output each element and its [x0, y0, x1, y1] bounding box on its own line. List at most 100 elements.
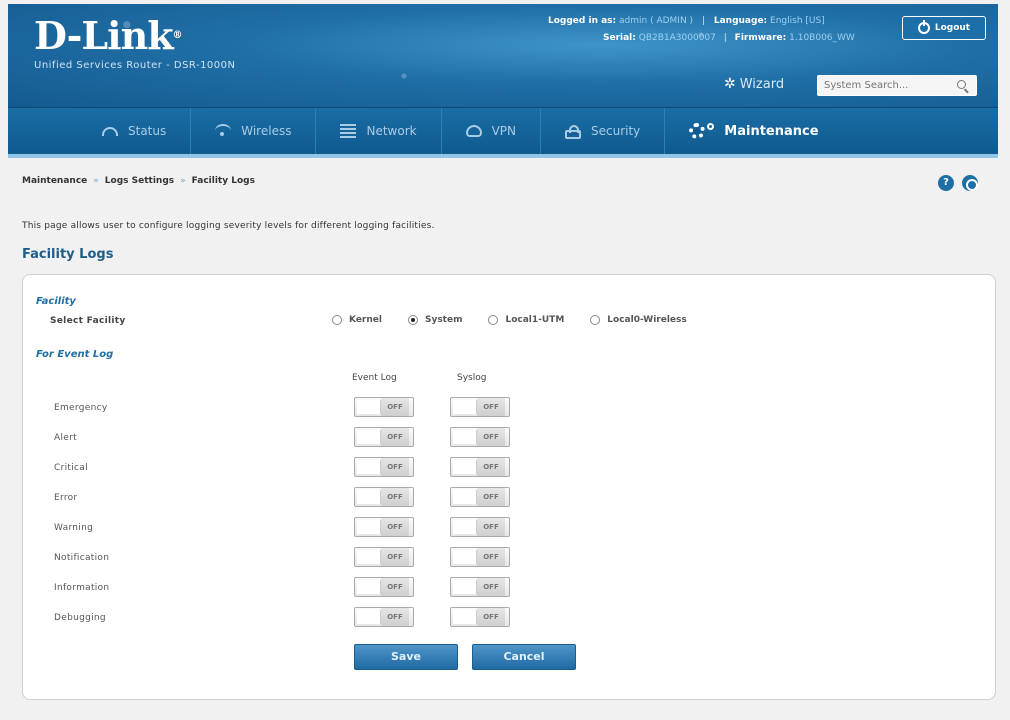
radio-kernel[interactable]: Kernel: [332, 315, 382, 325]
toggle-state: OFF: [381, 398, 409, 416]
toggle-syslog-debugging[interactable]: OFF: [450, 607, 510, 627]
toggle-syslog-notification[interactable]: OFF: [450, 547, 510, 567]
toggle-state: OFF: [381, 488, 409, 506]
radio-local0-wireless-label: Local0-Wireless: [607, 315, 687, 325]
toggle-syslog-information[interactable]: OFF: [450, 577, 510, 597]
event-log-group-label: For Event Log: [36, 349, 114, 360]
toggle-state: OFF: [381, 578, 409, 596]
toggle-state: OFF: [477, 608, 505, 626]
firmware-value: 1.10B006_WW: [789, 33, 855, 43]
logout-button[interactable]: Logout: [902, 16, 986, 40]
logged-in-user: admin ( ADMIN ): [619, 16, 694, 26]
language-label: Language:: [713, 16, 768, 26]
row-label-error: Error: [54, 493, 78, 503]
help-icon[interactable]: ?: [938, 175, 954, 191]
toggle-syslog-alert[interactable]: OFF: [450, 427, 510, 447]
radio-local0-wireless[interactable]: Local0-Wireless: [590, 315, 687, 325]
radio-system-label: System: [424, 315, 463, 325]
toggle-state: OFF: [477, 548, 505, 566]
logged-in-label: Logged in as:: [548, 16, 617, 26]
serial-value: QB2B1A3000007: [638, 33, 716, 43]
toggle-state: OFF: [477, 428, 505, 446]
radio-system-dot: [407, 315, 418, 325]
select-facility-label: Select Facility: [50, 316, 126, 326]
gear-icon: [689, 123, 706, 139]
breadcrumb-logs-settings[interactable]: Logs Settings: [105, 176, 174, 186]
toggle-syslog-emergency[interactable]: OFF: [450, 397, 510, 417]
nav-wireless[interactable]: Wireless: [191, 108, 317, 154]
toggle-state: OFF: [477, 398, 505, 416]
radio-system[interactable]: System: [407, 315, 463, 325]
toggle-state: OFF: [381, 458, 409, 476]
save-button[interactable]: Save: [354, 644, 458, 670]
search-icon[interactable]: [957, 80, 966, 89]
wizard-link[interactable]: ✲ Wizard: [724, 76, 784, 92]
toggle-event-log-notification[interactable]: OFF: [354, 547, 414, 567]
wifi-icon: [215, 124, 232, 138]
login-info: Logged in as: admin ( ADMIN ) | Language…: [548, 16, 825, 26]
nav-status[interactable]: Status: [78, 108, 192, 154]
toggle-state: OFF: [381, 518, 409, 536]
serial-label: Serial:: [603, 33, 636, 43]
toggle-event-log-emergency[interactable]: OFF: [354, 397, 414, 417]
logout-label: Logout: [934, 23, 971, 33]
nav-network[interactable]: Network: [316, 108, 442, 154]
nav-label: Status: [128, 124, 167, 138]
gauge-icon: [102, 126, 118, 136]
product-name: Unified Services Router - DSR-1000N: [34, 60, 236, 71]
dlink-logo: D-Link®: [34, 13, 183, 58]
vpn-icon: [465, 125, 482, 137]
info-icon[interactable]: [962, 175, 978, 191]
nav-label: Network: [366, 124, 417, 138]
toggle-state: OFF: [381, 428, 409, 446]
toggle-syslog-warning[interactable]: OFF: [450, 517, 510, 537]
nav-label: Maintenance: [724, 123, 819, 139]
col-syslog: Syslog: [457, 373, 487, 383]
toggle-state: OFF: [381, 548, 409, 566]
row-label-information: Information: [54, 583, 110, 593]
toggle-state: OFF: [477, 518, 505, 536]
toggle-state: OFF: [381, 608, 409, 626]
radio-local1-utm-label: Local1-UTM: [505, 315, 565, 325]
small-gear-icon: [707, 122, 715, 130]
nav-security[interactable]: Security: [541, 108, 666, 154]
toggle-event-log-alert[interactable]: OFF: [354, 427, 414, 447]
row-label-emergency: Emergency: [54, 403, 108, 413]
row-label-debugging: Debugging: [54, 613, 106, 623]
radio-local1-utm[interactable]: Local1-UTM: [488, 315, 564, 325]
nav-vpn[interactable]: VPN: [442, 108, 541, 154]
power-icon: [917, 20, 930, 34]
col-event-log: Event Log: [352, 373, 397, 383]
nav-label: Security: [591, 124, 641, 138]
page-description: This page allows user to configure loggi…: [22, 221, 435, 231]
network-icon: [340, 124, 357, 138]
toggle-event-log-critical[interactable]: OFF: [354, 457, 414, 477]
nav-label: VPN: [491, 124, 516, 138]
breadcrumb-maintenance[interactable]: Maintenance: [22, 176, 87, 186]
breadcrumb: Maintenance» Logs Settings» Facility Logs: [22, 176, 255, 186]
toggle-state: OFF: [477, 578, 505, 596]
toggle-event-log-information[interactable]: OFF: [354, 577, 414, 597]
toggle-syslog-error[interactable]: OFF: [450, 487, 510, 507]
toggle-event-log-error[interactable]: OFF: [354, 487, 414, 507]
cancel-button[interactable]: Cancel: [472, 644, 576, 670]
serial-info: Serial: QB2B1A3000007 | Firmware: 1.10B0…: [603, 33, 855, 43]
toggle-syslog-critical[interactable]: OFF: [450, 457, 510, 477]
nav-maintenance[interactable]: Maintenance: [665, 108, 842, 154]
nav-label: Wireless: [241, 124, 292, 138]
system-search-input[interactable]: [817, 75, 977, 96]
row-label-notification: Notification: [54, 553, 110, 563]
wizard-icon: ✲: [724, 76, 736, 92]
toggle-event-log-debugging[interactable]: OFF: [354, 607, 414, 627]
wizard-label: Wizard: [739, 76, 785, 92]
toggle-event-log-warning[interactable]: OFF: [354, 517, 414, 537]
radio-local0-wireless-dot: [590, 315, 601, 325]
lock-icon: [565, 124, 581, 139]
row-label-warning: Warning: [54, 523, 94, 533]
facility-radio-group: Kernel System Local1-UTM Local0-Wireless: [332, 315, 687, 325]
breadcrumb-facility-logs: Facility Logs: [191, 176, 255, 186]
main-nav: Status Wireless Network VPN Security Mai…: [8, 108, 998, 158]
toggle-state: OFF: [477, 488, 505, 506]
toggle-state: OFF: [477, 458, 505, 476]
language-value[interactable]: English [US]: [770, 16, 825, 26]
